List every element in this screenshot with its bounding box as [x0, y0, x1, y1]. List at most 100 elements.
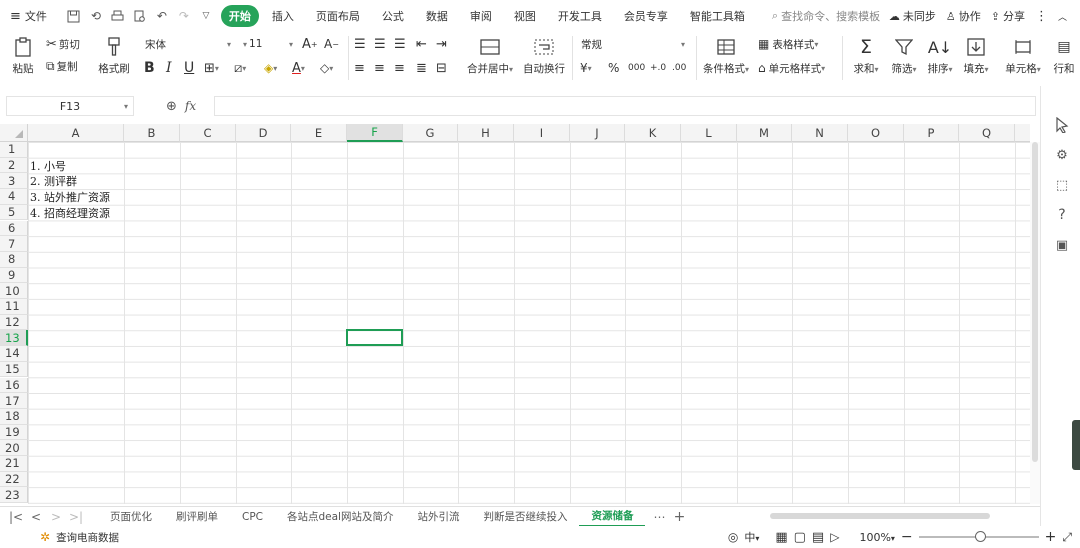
column-header-p[interactable]: P: [904, 124, 959, 142]
conditional-format-button[interactable]: 条件格式▾: [700, 34, 752, 78]
sort-button[interactable]: A↓ 排序▾: [922, 34, 958, 78]
increase-font-button[interactable]: A +: [302, 34, 318, 54]
eye-protection-icon[interactable]: ◎: [728, 530, 738, 544]
currency-button[interactable]: ¥ ▾: [580, 58, 592, 78]
tab-home[interactable]: 开始: [220, 5, 259, 27]
first-sheet-icon[interactable]: |<: [6, 510, 26, 524]
page-break-view-icon[interactable]: ▤: [812, 530, 824, 545]
column-header-l[interactable]: L: [681, 124, 737, 142]
font-size-select[interactable]: ▾ 11 ▾: [238, 34, 298, 54]
bold-button[interactable]: B: [144, 58, 155, 78]
column-header-j[interactable]: J: [570, 124, 625, 142]
cell-button[interactable]: 单元格▾: [1002, 34, 1044, 78]
column-header-c[interactable]: C: [180, 124, 236, 142]
select-all-corner[interactable]: [0, 124, 28, 142]
tab-developer[interactable]: 开发工具: [549, 5, 611, 27]
align-middle-button[interactable]: ☰: [374, 34, 386, 54]
cut-button[interactable]: ✂ 剪切: [46, 34, 80, 54]
tab-smart-toolbox[interactable]: 智能工具箱: [681, 5, 754, 27]
row-header-20[interactable]: 20: [0, 440, 28, 456]
increase-decimal-button[interactable]: +.0: [650, 58, 666, 78]
more-sheets-icon[interactable]: ⋯: [649, 510, 669, 524]
thousands-button[interactable]: 000: [628, 58, 645, 78]
row-col-button[interactable]: ▤ 行和: [1048, 34, 1080, 78]
merge-center-button[interactable]: 合并居中▾: [462, 34, 518, 78]
share-button[interactable]: ⇪ 分享: [986, 5, 1030, 27]
tab-review[interactable]: 审阅: [461, 5, 501, 27]
chevron-down-icon[interactable]: ▽: [195, 5, 217, 27]
side-panel-tab[interactable]: [1072, 420, 1080, 470]
row-header-16[interactable]: 16: [0, 377, 28, 394]
cell-a4[interactable]: 3. 站外推广资源: [30, 189, 110, 205]
zoom-slider-knob[interactable]: [974, 531, 986, 542]
cell-area[interactable]: [28, 142, 1030, 504]
align-right-button[interactable]: ≡: [394, 58, 405, 78]
undo-icon[interactable]: ↶: [151, 5, 173, 27]
zoom-search-icon[interactable]: ⊕: [166, 99, 177, 114]
normal-view-icon[interactable]: ▦: [775, 530, 787, 545]
zoom-in-icon[interactable]: +: [1045, 529, 1057, 545]
name-box[interactable]: F13 ▾: [6, 96, 134, 116]
row-header-4[interactable]: 4: [0, 189, 28, 205]
print-icon[interactable]: [107, 5, 129, 27]
column-header-d[interactable]: D: [236, 124, 291, 142]
row-header-21[interactable]: 21: [0, 456, 28, 472]
font-color-button[interactable]: A ▾: [292, 58, 305, 78]
sheet-tab-reviews[interactable]: 刷评刷单: [164, 507, 230, 527]
horizontal-scrollbar[interactable]: [760, 512, 1020, 520]
row-header-10[interactable]: 10: [0, 283, 28, 299]
tab-formulas[interactable]: 公式: [373, 5, 413, 27]
column-header-e[interactable]: E: [291, 124, 347, 142]
print-preview-icon[interactable]: [129, 5, 151, 27]
row-header-23[interactable]: 23: [0, 487, 28, 504]
selected-cell-f13[interactable]: [346, 329, 403, 346]
more-icon[interactable]: ⋮: [1030, 5, 1053, 27]
prev-sheet-icon[interactable]: <: [26, 510, 46, 524]
row-header-1[interactable]: 1: [0, 142, 28, 158]
underline-button[interactable]: U: [184, 58, 194, 78]
redo-icon[interactable]: ↷: [173, 5, 195, 27]
number-format-select[interactable]: 常规 ▾: [576, 34, 690, 54]
indent-decrease-button[interactable]: ⇤: [416, 34, 427, 54]
paste-button[interactable]: 粘贴: [6, 34, 40, 78]
sheet-tab-continue-invest[interactable]: 判断是否继续投入: [471, 507, 579, 527]
cursor-icon[interactable]: [1053, 116, 1071, 134]
cell-style-button[interactable]: ⌂ 单元格样式 ▾: [758, 58, 825, 78]
column-header-b[interactable]: B: [124, 124, 180, 142]
reading-view-icon[interactable]: ▷: [830, 530, 839, 544]
column-header-q[interactable]: Q: [959, 124, 1015, 142]
row-header-8[interactable]: 8: [0, 251, 28, 268]
spreadsheet-grid[interactable]: A B C D E F G H I J K L M N O P Q 1 2 3 …: [0, 124, 1030, 504]
save-icon[interactable]: [63, 5, 85, 27]
collapse-ribbon-icon[interactable]: ︿: [1053, 5, 1072, 27]
column-header-i[interactable]: I: [514, 124, 570, 142]
zoom-level[interactable]: 100%▾: [859, 531, 894, 544]
distributed-button[interactable]: ⊟: [436, 58, 447, 78]
next-sheet-icon[interactable]: >: [46, 510, 66, 524]
zoom-out-icon[interactable]: −: [901, 529, 913, 545]
file-menu[interactable]: ≡ 文件: [0, 5, 53, 27]
copy-button[interactable]: ⧉ 复制: [46, 56, 78, 76]
fill-button[interactable]: 填充▾: [958, 34, 994, 78]
align-left-button[interactable]: ≡: [354, 58, 365, 78]
cell-a2[interactable]: 1. 小号: [30, 158, 66, 174]
column-header-g[interactable]: G: [403, 124, 458, 142]
decrease-font-button[interactable]: A −: [324, 34, 339, 54]
border-button[interactable]: ⊞ ▾: [204, 58, 219, 78]
column-header-h[interactable]: H: [458, 124, 514, 142]
page-layout-view-icon[interactable]: ▢: [794, 530, 806, 545]
row-header-9[interactable]: 9: [0, 267, 28, 284]
row-header-7[interactable]: 7: [0, 236, 28, 252]
align-center-button[interactable]: ≡: [374, 58, 385, 78]
command-search[interactable]: ⌕ 查找命令、搜索模板: [766, 5, 886, 27]
row-header-12[interactable]: 12: [0, 314, 28, 331]
sheet-tab-traffic[interactable]: 站外引流: [405, 507, 471, 527]
scrollbar-thumb[interactable]: [770, 513, 990, 519]
cell-a3[interactable]: 2. 测评群: [30, 173, 77, 189]
table-style-button[interactable]: ▦ 表格样式 ▾: [758, 34, 818, 54]
zoom-slider[interactable]: [918, 531, 1039, 542]
indent-increase-button[interactable]: ⇥: [436, 34, 447, 54]
row-header-6[interactable]: 6: [0, 220, 28, 237]
sheet-tab-cpc[interactable]: CPC: [230, 507, 275, 527]
filter-button[interactable]: 筛选▾: [886, 34, 922, 78]
